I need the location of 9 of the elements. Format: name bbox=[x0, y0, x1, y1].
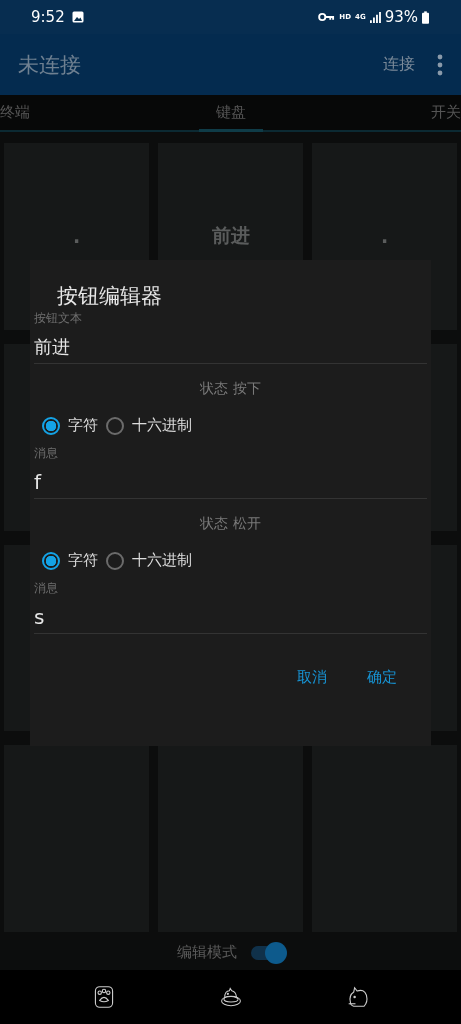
edit-mode-label: 编辑模式 bbox=[176, 943, 237, 962]
section-heading: 状态 松开 bbox=[200, 515, 261, 531]
battery-level: 93% bbox=[384, 8, 418, 26]
section-heading: 状态 按下 bbox=[200, 380, 261, 396]
status-time: 9:52 bbox=[31, 8, 65, 26]
app-title: 未连接 bbox=[18, 51, 82, 79]
key-label: 前进 bbox=[211, 223, 250, 249]
key-label: . bbox=[72, 225, 81, 248]
key-label: . bbox=[380, 225, 389, 248]
